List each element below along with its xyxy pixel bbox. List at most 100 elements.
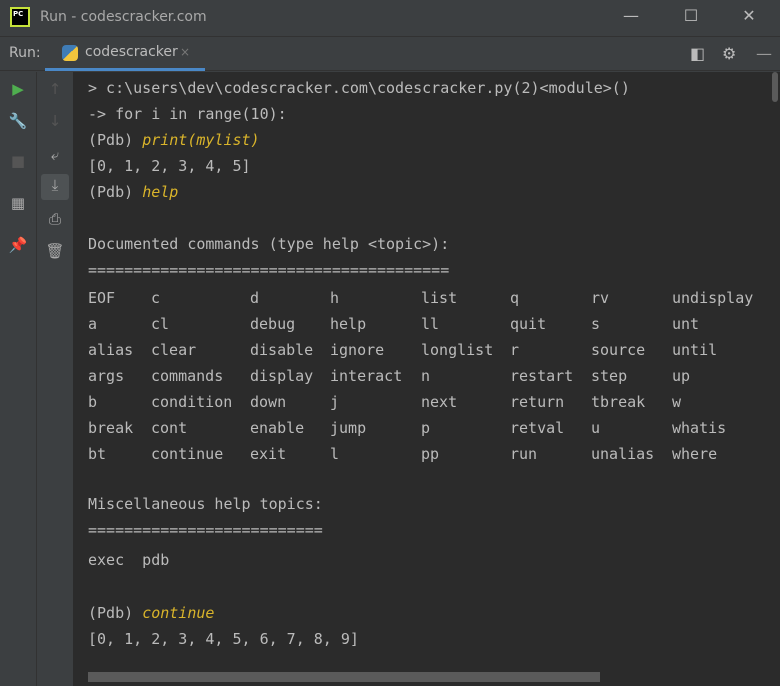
- pin-icon[interactable]: 📌: [6, 234, 30, 256]
- command-name: longlist: [421, 341, 494, 359]
- soft-wrap-icon[interactable]: ⤶: [43, 144, 67, 166]
- wrench-icon[interactable]: 🔧: [6, 110, 30, 132]
- command-name: source: [591, 341, 646, 359]
- pdb-prompt: (Pdb): [88, 604, 143, 622]
- arrow-down-icon[interactable]: ↓: [43, 110, 67, 132]
- command-name: until: [672, 341, 718, 359]
- rerun-icon[interactable]: ▶: [6, 78, 30, 100]
- command-name: s: [591, 315, 601, 333]
- command-name: h: [330, 289, 340, 307]
- command-name: quit: [510, 315, 547, 333]
- maximize-button[interactable]: ☐: [676, 6, 706, 25]
- command-name: disable: [250, 341, 314, 359]
- command-name: debug: [250, 315, 296, 333]
- doc-rule: ========================================: [88, 261, 450, 279]
- command-name: bt: [88, 445, 107, 463]
- console-line: [0, 1, 2, 3, 4, 5, 6, 7, 8, 9]: [88, 630, 359, 648]
- command-name: next: [421, 393, 458, 411]
- command-name: alias: [88, 341, 134, 359]
- command-name: args: [88, 367, 125, 385]
- doc-header: Documented commands (type help <topic>):: [88, 235, 450, 253]
- command-name: rv: [591, 289, 610, 307]
- layout-icon[interactable]: ◧: [690, 44, 705, 63]
- command-name: enable: [250, 419, 305, 437]
- console-line: -> for i in range(10):: [88, 105, 287, 123]
- tab-close-icon[interactable]: ×: [180, 45, 190, 59]
- console-line: [0, 1, 2, 3, 4, 5]: [88, 157, 251, 175]
- run-label: Run:: [9, 45, 41, 61]
- console-line: (Pdb) help: [88, 179, 178, 205]
- commands-row: EOF c d h list q rv undisplay: [88, 285, 753, 311]
- command-name: ll: [421, 315, 440, 333]
- command-name: u: [591, 419, 601, 437]
- console-toolbar: ↑ ↓ ⤶ ⤓ ⎙ 🗑: [37, 72, 73, 686]
- command-name: a: [88, 315, 98, 333]
- command-name: d: [250, 289, 260, 307]
- misc-rule: ==========================: [88, 521, 323, 539]
- scroll-to-end-icon[interactable]: ⤓: [41, 174, 69, 200]
- console-line: (Pdb) continue: [88, 600, 214, 626]
- command-name: list: [421, 289, 458, 307]
- command-name: l: [330, 445, 340, 463]
- command-name: cl: [151, 315, 170, 333]
- layout-grid-icon[interactable]: ▦: [6, 192, 30, 214]
- command-name: run: [510, 445, 538, 463]
- command-name: EOF: [88, 289, 116, 307]
- hide-icon[interactable]: —: [756, 44, 772, 63]
- tab-codescracker[interactable]: codescracker ×: [45, 37, 205, 71]
- command-name: jump: [330, 419, 367, 437]
- tab-label: codescracker: [85, 44, 178, 60]
- print-icon[interactable]: ⎙: [43, 208, 67, 230]
- pdb-prompt: (Pdb): [88, 183, 143, 201]
- pdb-prompt: (Pdb): [88, 131, 143, 149]
- tab-active-indicator: [45, 68, 205, 71]
- command-name: whatis: [672, 419, 727, 437]
- commands-row: break cont enable jump p retval u whatis: [88, 415, 726, 441]
- user-command: continue: [142, 604, 215, 622]
- python-icon: [62, 45, 78, 61]
- vertical-scrollbar[interactable]: [772, 72, 778, 102]
- console-output[interactable]: > c:\users\dev\codescracker.com\codescra…: [73, 72, 780, 686]
- gear-icon[interactable]: ⚙: [722, 44, 736, 63]
- misc-header: Miscellaneous help topics:: [88, 495, 323, 513]
- misc-topics: exec pdb: [88, 551, 170, 569]
- command-name: tbreak: [591, 393, 646, 411]
- minimize-button[interactable]: —: [616, 6, 646, 25]
- command-name: r: [510, 341, 520, 359]
- trash-icon[interactable]: 🗑: [43, 240, 67, 262]
- command-name: exit: [250, 445, 287, 463]
- command-name: down: [250, 393, 287, 411]
- commands-row: b condition down j next return tbreak w: [88, 389, 681, 415]
- command-name: b: [88, 393, 98, 411]
- command-name: cont: [151, 419, 188, 437]
- window-title: Run - codescracker.com: [40, 9, 207, 25]
- command-name: up: [672, 367, 691, 385]
- logo-text: PC: [13, 10, 24, 18]
- command-name: undisplay: [672, 289, 754, 307]
- commands-row: bt continue exit l pp run unalias where: [88, 441, 717, 467]
- command-name: pp: [421, 445, 440, 463]
- command-name: c: [151, 289, 161, 307]
- command-name: unalias: [591, 445, 655, 463]
- commands-row: alias clear disable ignore longlist r source un…: [88, 337, 717, 363]
- run-left-toolbar: ▶ 🔧 ■ ▦ 📌: [0, 72, 37, 686]
- close-button[interactable]: ✕: [734, 6, 764, 25]
- console-line: > c:\users\dev\codescracker.com\codescra…: [88, 79, 630, 97]
- command-name: commands: [151, 367, 224, 385]
- user-command: help: [142, 183, 179, 201]
- user-command: print(mylist): [142, 131, 260, 149]
- horizontal-scrollbar[interactable]: [88, 672, 600, 682]
- command-name: restart: [510, 367, 574, 385]
- commands-row: args commands display interact n restart step u…: [88, 363, 690, 389]
- arrow-up-icon[interactable]: ↑: [43, 78, 67, 100]
- command-name: interact: [330, 367, 403, 385]
- command-name: condition: [151, 393, 233, 411]
- command-name: j: [330, 393, 340, 411]
- command-name: display: [250, 367, 314, 385]
- command-name: w: [672, 393, 682, 411]
- command-name: p: [421, 419, 431, 437]
- stop-icon[interactable]: ■: [6, 150, 30, 172]
- run-toolbar: Run: codescracker × ◧ ⚙ —: [0, 37, 780, 71]
- command-name: step: [591, 367, 628, 385]
- command-name: return: [510, 393, 565, 411]
